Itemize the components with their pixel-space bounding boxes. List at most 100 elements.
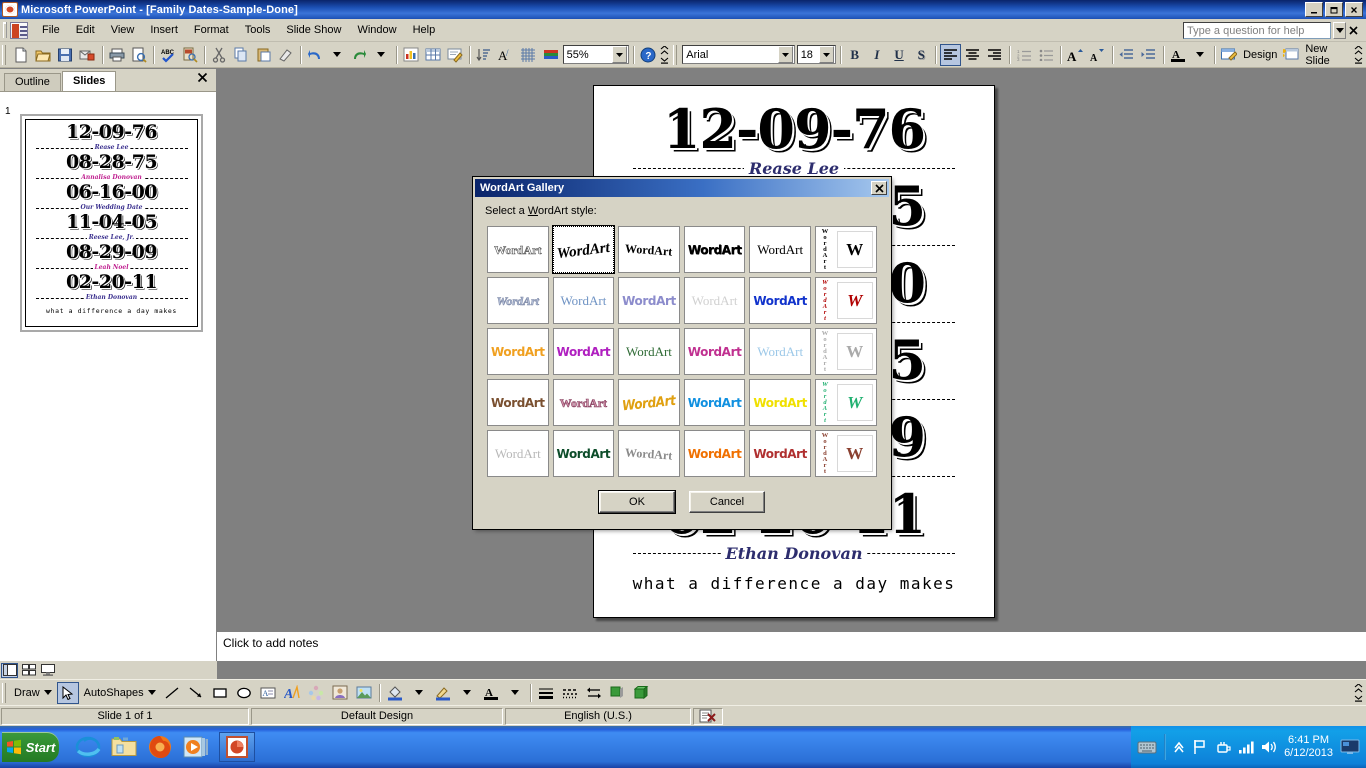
firefox-icon[interactable]: [145, 732, 175, 762]
copy-icon[interactable]: [231, 44, 251, 66]
menu-tools[interactable]: Tools: [237, 21, 279, 39]
line-tool-icon[interactable]: [161, 682, 183, 704]
standard-toolbar-grip[interactable]: [2, 44, 6, 65]
undo-icon[interactable]: [305, 44, 325, 66]
normal-view-button[interactable]: [1, 662, 18, 678]
show-desktop-icon[interactable]: [1340, 739, 1360, 755]
line-style-icon[interactable]: [535, 682, 557, 704]
help-question-input[interactable]: Type a question for help: [1183, 21, 1331, 39]
show-hidden-icons-icon[interactable]: [1173, 740, 1185, 754]
taskbar-clock[interactable]: 6:41 PM 6/12/2013: [1284, 734, 1333, 760]
pane-close-icon[interactable]: [197, 72, 208, 83]
wordart-style-26[interactable]: WordArt: [551, 428, 617, 479]
keyboard-language-icon[interactable]: [1137, 739, 1157, 755]
menu-view[interactable]: View: [103, 21, 143, 39]
wordart-style-7[interactable]: WordArt: [485, 275, 551, 326]
fill-color-icon[interactable]: [384, 682, 406, 704]
menubar-grip[interactable]: [3, 22, 7, 38]
decrease-indent-button[interactable]: [1117, 44, 1137, 66]
slide-caption-1[interactable]: Rease Lee: [633, 157, 955, 179]
design-button[interactable]: [1219, 44, 1239, 66]
wordart-style-25[interactable]: WordArt: [485, 428, 551, 479]
line-color-dropdown-icon[interactable]: [456, 682, 478, 704]
email-icon[interactable]: [77, 44, 97, 66]
wordart-style-23[interactable]: WordArt: [747, 377, 813, 428]
align-left-button[interactable]: [940, 43, 961, 66]
print-preview-icon[interactable]: [129, 44, 149, 66]
wordart-style-18[interactable]: WordArtW: [813, 326, 879, 377]
new-slide-button[interactable]: [1281, 44, 1301, 66]
start-button[interactable]: Start: [2, 732, 59, 762]
undo-dropdown-icon[interactable]: [327, 44, 347, 66]
wordart-style-20[interactable]: WordArt: [551, 377, 617, 428]
slide-thumbnail-1[interactable]: 12-09-76 Rease Lee 08-28-75 Annalisa Don…: [19, 113, 204, 333]
arrow-style-icon[interactable]: [583, 682, 605, 704]
help-dropdown-icon[interactable]: [1333, 21, 1346, 39]
wordart-style-5[interactable]: WordArt: [747, 224, 813, 275]
align-right-button[interactable]: [985, 44, 1005, 66]
shadow-style-icon[interactable]: [607, 682, 629, 704]
wordart-style-16[interactable]: WordArt: [682, 326, 748, 377]
menu-file[interactable]: File: [34, 21, 68, 39]
underline-button[interactable]: U: [889, 44, 909, 66]
increase-font-size-button[interactable]: A: [1065, 44, 1085, 66]
3d-style-icon[interactable]: [631, 682, 653, 704]
line-color-icon[interactable]: [432, 682, 454, 704]
draw-menu-button[interactable]: Draw: [10, 687, 56, 699]
volume-icon[interactable]: [1261, 740, 1277, 754]
format-painter-icon[interactable]: [276, 44, 296, 66]
wordart-style-14[interactable]: WordArt: [551, 326, 617, 377]
drawbar-font-color-icon[interactable]: A: [480, 682, 502, 704]
text-box-tool-icon[interactable]: A: [257, 682, 279, 704]
insert-wordart-icon[interactable]: A: [281, 682, 303, 704]
drawbar-font-color-dropdown-icon[interactable]: [504, 682, 526, 704]
taskbar-powerpoint-task[interactable]: [219, 732, 255, 762]
font-name-combo[interactable]: Arial: [682, 45, 795, 64]
wordart-style-4[interactable]: WordArt: [682, 224, 748, 275]
numbered-list-button[interactable]: 123: [1014, 44, 1034, 66]
redo-icon[interactable]: [349, 44, 369, 66]
wordart-style-30[interactable]: WordArtW: [813, 428, 879, 479]
wordart-style-11[interactable]: WordArt: [747, 275, 813, 326]
wordart-style-22[interactable]: WordArt: [682, 377, 748, 428]
text-shadow-button[interactable]: S: [911, 44, 931, 66]
select-arrow-icon[interactable]: [56, 681, 79, 704]
increase-font-icon[interactable]: A /: [496, 44, 516, 66]
formatting-toolbar-overflow[interactable]: [1353, 43, 1364, 66]
save-icon[interactable]: [55, 44, 75, 66]
wordart-style-1[interactable]: WordArt: [485, 224, 551, 275]
new-file-icon[interactable]: [11, 44, 31, 66]
menu-format[interactable]: Format: [186, 21, 237, 39]
design-label[interactable]: Design: [1240, 49, 1280, 61]
research-icon[interactable]: [180, 44, 200, 66]
wordart-style-8[interactable]: WordArt: [551, 275, 617, 326]
open-file-icon[interactable]: [33, 44, 53, 66]
tab-slides[interactable]: Slides: [62, 71, 117, 91]
new-slide-label[interactable]: New Slide: [1302, 43, 1353, 67]
file-explorer-icon[interactable]: [109, 732, 139, 762]
color-scheme-icon[interactable]: [540, 44, 560, 66]
dash-style-icon[interactable]: [559, 682, 581, 704]
wordart-style-12[interactable]: WordArtW: [813, 275, 879, 326]
wordart-style-29[interactable]: WordArt: [747, 428, 813, 479]
insert-clipart-icon[interactable]: [329, 682, 351, 704]
spelling-status-icon[interactable]: [693, 707, 723, 725]
spelling-check-icon[interactable]: ABC: [158, 44, 178, 66]
wordart-style-2[interactable]: WordArt: [551, 224, 617, 275]
bulleted-list-button[interactable]: [1036, 44, 1056, 66]
wordart-style-27[interactable]: WordArt: [616, 428, 682, 479]
wordart-style-21[interactable]: WordArt: [616, 377, 682, 428]
menu-edit[interactable]: Edit: [68, 21, 103, 39]
notes-pane[interactable]: Click to add notes: [217, 631, 1366, 661]
safely-remove-hardware-icon[interactable]: [1215, 739, 1231, 755]
wordart-style-15[interactable]: WordArt: [616, 326, 682, 377]
zoom-combo[interactable]: 55%: [562, 45, 630, 64]
formatting-toolbar-grip[interactable]: [673, 44, 678, 65]
dialog-close-button[interactable]: [871, 181, 887, 195]
show-grid-icon[interactable]: [518, 44, 538, 66]
menu-slide-show[interactable]: Slide Show: [278, 21, 349, 39]
slide-sorter-view-button[interactable]: [20, 662, 37, 678]
close-button[interactable]: [1345, 2, 1363, 17]
fill-color-dropdown-icon[interactable]: [408, 682, 430, 704]
standard-toolbar-overflow[interactable]: [659, 43, 670, 66]
